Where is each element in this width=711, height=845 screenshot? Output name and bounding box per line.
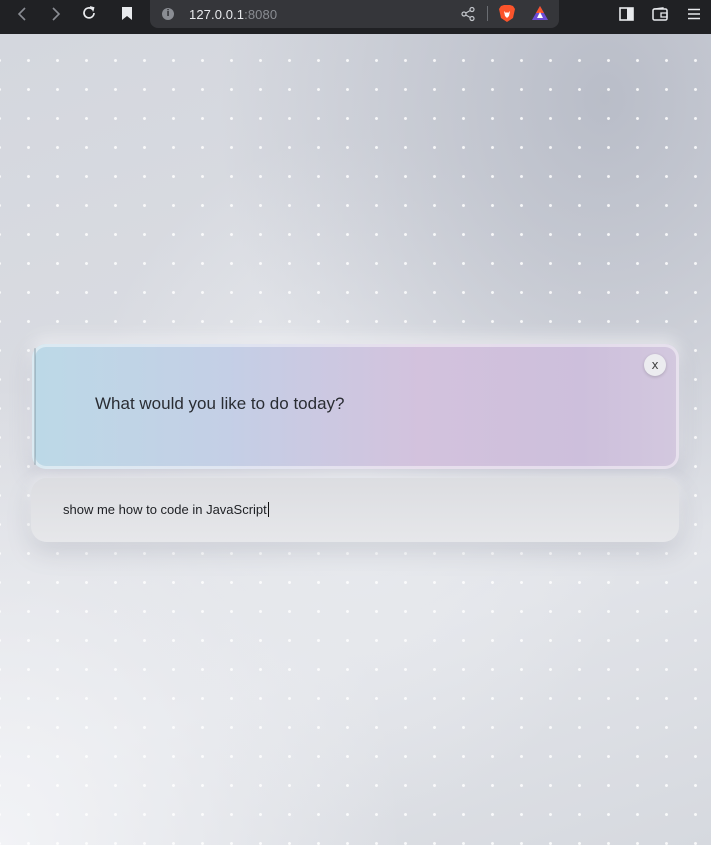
url-text[interactable]: 127.0.0.1:8080 [189, 7, 277, 22]
url-host: 127.0.0.1 [189, 6, 245, 22]
toolbar-right [609, 0, 711, 28]
info-icon[interactable]: i [162, 8, 174, 20]
bookmark-icon[interactable] [110, 0, 144, 26]
close-button[interactable]: x [644, 354, 666, 376]
back-icon[interactable] [5, 1, 39, 27]
text-cursor [267, 502, 269, 517]
brave-shields-icon[interactable] [498, 4, 516, 28]
sidebar-icon[interactable] [609, 1, 643, 27]
url-divider [487, 6, 488, 21]
chat-input-value: show me how to code in JavaScript [63, 502, 267, 517]
wallet-icon[interactable] [643, 1, 677, 27]
input-card[interactable]: show me how to code in JavaScript [31, 478, 679, 542]
prompt-card: What would you like to do today? x [32, 344, 679, 469]
chat-input[interactable]: show me how to code in JavaScript [63, 502, 269, 517]
brave-rewards-icon[interactable] [531, 5, 549, 27]
page-background: What would you like to do today? x show … [0, 34, 711, 845]
reload-icon[interactable] [72, 0, 106, 26]
forward-icon[interactable] [39, 1, 73, 27]
menu-icon[interactable] [677, 1, 711, 27]
browser-toolbar: i 127.0.0.1:8080 [0, 0, 711, 34]
address-bar[interactable]: i 127.0.0.1:8080 [150, 0, 559, 28]
share-icon[interactable] [460, 6, 476, 27]
prompt-heading: What would you like to do today? [95, 394, 345, 413]
url-port: :8080 [244, 6, 278, 22]
